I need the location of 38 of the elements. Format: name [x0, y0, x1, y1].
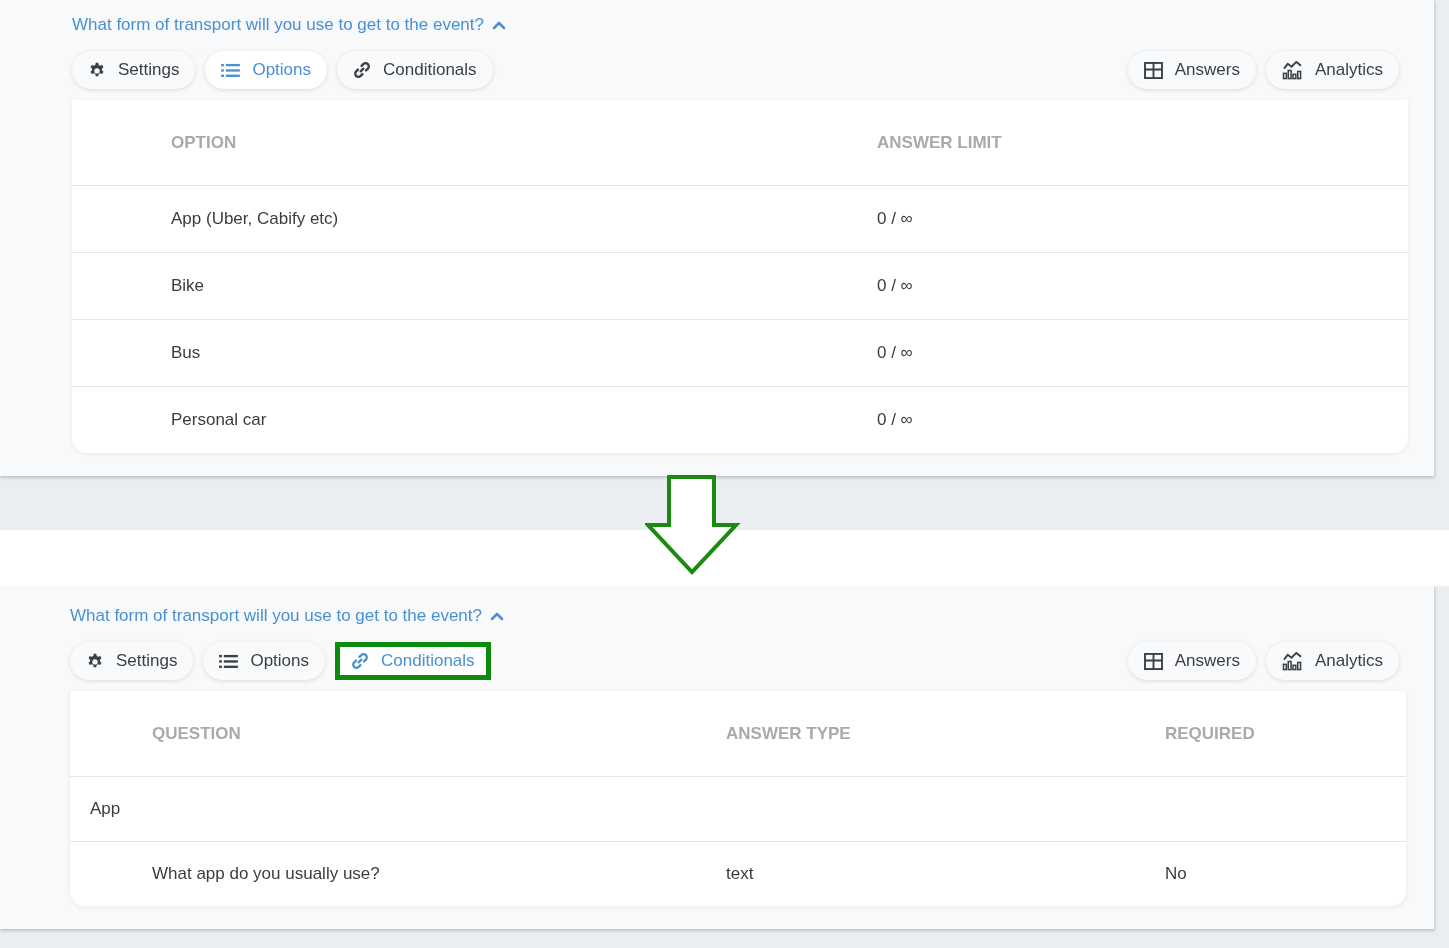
- tab[interactable]: Settings: [72, 51, 196, 89]
- table-cell-text: 0 / ∞: [877, 343, 914, 363]
- table-cell-text: No: [1165, 864, 1188, 884]
- link-icon: [351, 652, 370, 670]
- chevron-icon[interactable]: [490, 611, 504, 621]
- table-cell-text: Bus: [171, 343, 202, 363]
- table-cell-text: Personal car: [171, 410, 268, 430]
- column-header: REQUIRED: [1165, 723, 1256, 744]
- action-button[interactable]: Answers: [1127, 642, 1256, 680]
- table-cell-text: 0 / ∞: [877, 276, 914, 296]
- column-header: QUESTION: [152, 723, 242, 744]
- action-button[interactable]: Analytics: [1265, 51, 1399, 89]
- list-icon: [221, 62, 241, 78]
- tab[interactable]: Conditionals: [335, 642, 491, 680]
- tab[interactable]: Settings: [70, 642, 194, 680]
- action-button[interactable]: Analytics: [1265, 642, 1399, 680]
- tab[interactable]: Conditionals: [337, 51, 493, 89]
- tab[interactable]: Options: [203, 642, 326, 680]
- chart-icon: [1281, 60, 1303, 80]
- table-icon: [1143, 61, 1163, 79]
- table-cell-text: 0 / ∞: [877, 410, 914, 430]
- settings-icon: [86, 652, 104, 670]
- table-cell-text: App (Uber, Cabify etc): [171, 209, 340, 229]
- column-header: OPTION: [171, 132, 238, 153]
- list-icon: [219, 653, 239, 669]
- settings-icon: [88, 61, 106, 79]
- chevron-icon[interactable]: [492, 20, 506, 30]
- table-cell-text: What app do you usually use?: [152, 864, 381, 884]
- link-icon: [353, 61, 372, 79]
- action-button[interactable]: Answers: [1127, 51, 1256, 89]
- table-cell-text: Bike: [171, 276, 206, 296]
- column-header: ANSWER TYPE: [726, 723, 852, 744]
- group-label: App: [90, 799, 122, 819]
- table-icon: [1143, 652, 1163, 670]
- chart-icon: [1281, 651, 1303, 671]
- table-cell-text: 0 / ∞: [877, 209, 914, 229]
- column-header: ANSWER LIMIT: [877, 132, 1003, 153]
- table-cell-text: text: [726, 864, 755, 884]
